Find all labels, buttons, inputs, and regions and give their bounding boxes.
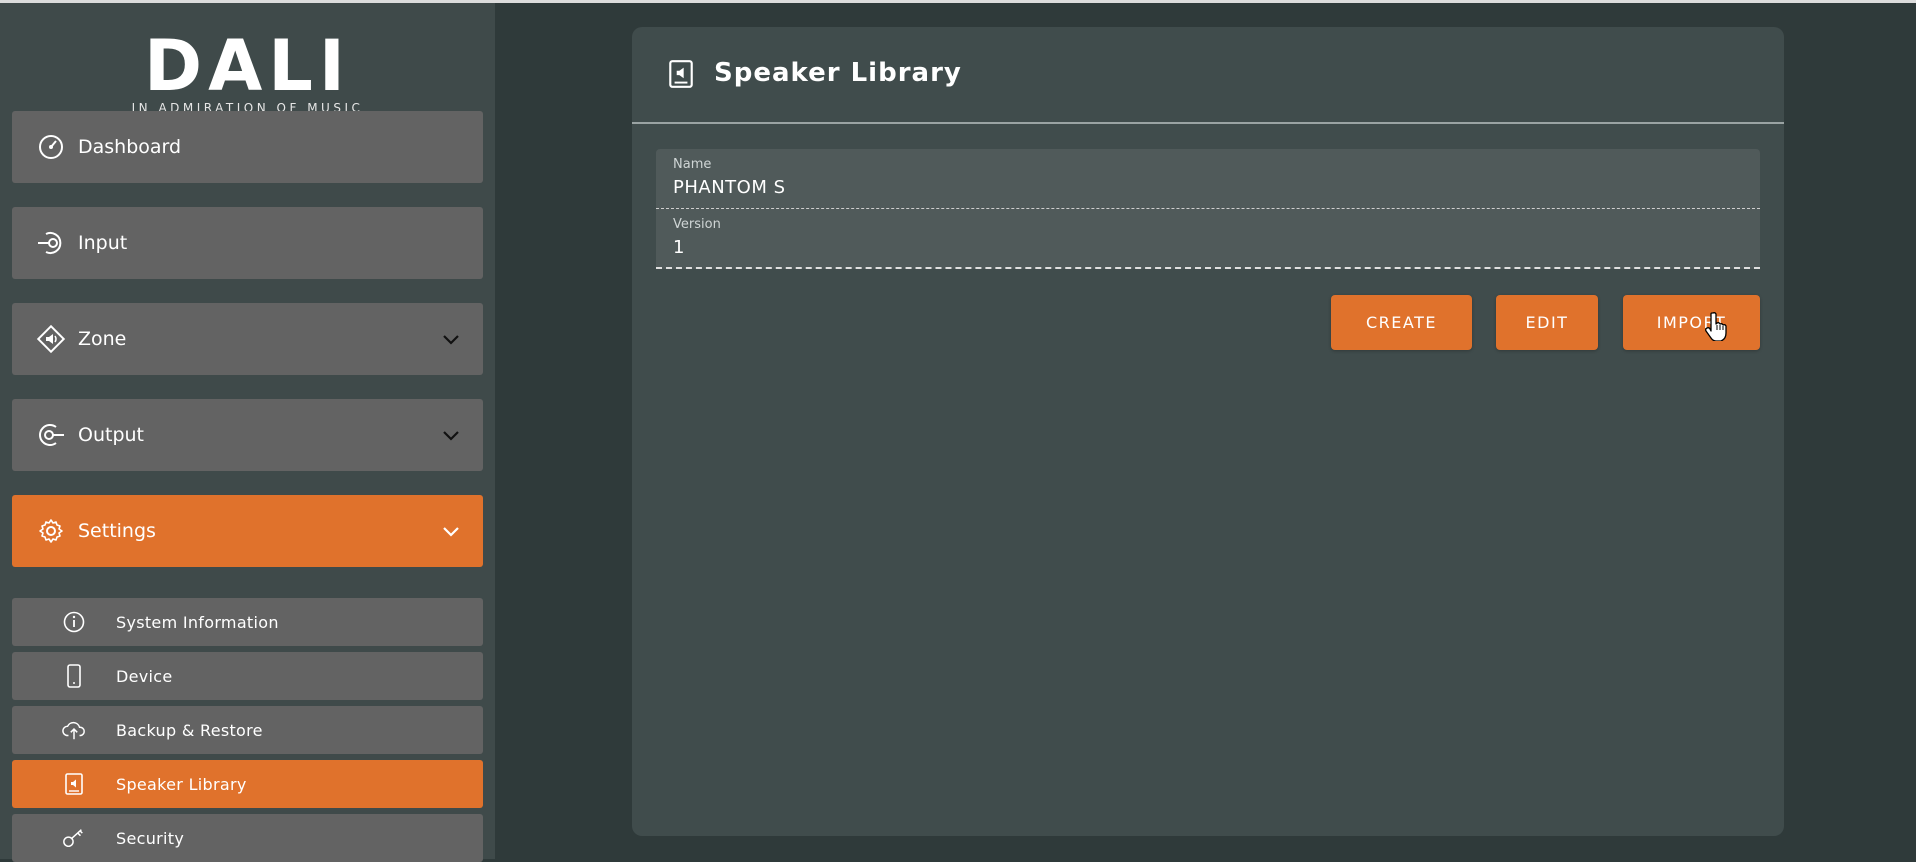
sidebar-item-label: Output	[78, 424, 144, 446]
info-icon	[62, 610, 86, 634]
chevron-down-icon	[443, 431, 459, 441]
page-title: Speaker Library	[714, 58, 962, 88]
zone-speaker-icon	[36, 324, 66, 354]
phone-icon	[62, 664, 86, 688]
chevron-down-icon	[443, 335, 459, 345]
version-field[interactable]: Version 1	[656, 209, 1760, 269]
header-divider	[632, 122, 1784, 124]
sidebar-subitem-speaker-library[interactable]: Speaker Library	[12, 760, 483, 808]
sidebar-subitem-label: Security	[116, 828, 185, 848]
edit-button[interactable]: EDIT	[1496, 295, 1598, 350]
sidebar-item-label: Input	[78, 232, 128, 254]
cloud-upload-icon	[62, 718, 86, 742]
sidebar-subitem-security[interactable]: Security	[12, 814, 483, 862]
sidebar-subitem-label: Speaker Library	[116, 774, 247, 794]
gauge-icon	[36, 132, 66, 162]
sidebar-subitem-label: Device	[116, 666, 173, 686]
dali-logo: DALI IN ADMIRATION OF MUSIC	[0, 25, 495, 115]
input-icon	[36, 228, 66, 258]
sidebar-subitem-system-information[interactable]: System Information	[12, 598, 483, 646]
sidebar-subitem-backup-restore[interactable]: Backup & Restore	[12, 706, 483, 754]
version-field-label: Version	[673, 217, 721, 232]
sidebar-item-dashboard[interactable]: Dashboard	[12, 111, 483, 183]
key-icon	[62, 826, 86, 850]
output-icon	[36, 420, 66, 450]
card-header: Speaker Library	[632, 27, 1784, 123]
sidebar-item-label: Dashboard	[78, 136, 182, 158]
version-field-value: 1	[673, 237, 685, 258]
gear-icon	[36, 516, 66, 546]
sidebar-subitem-label: Backup & Restore	[116, 720, 263, 740]
speaker-book-icon	[669, 60, 693, 88]
name-field-label: Name	[673, 157, 712, 172]
sidebar-item-output[interactable]: Output	[12, 399, 483, 471]
sidebar-item-label: Zone	[78, 328, 127, 350]
logo-wordmark: DALI	[144, 25, 351, 107]
import-button[interactable]: IMPORT	[1623, 295, 1760, 350]
sidebar-subitem-device[interactable]: Device	[12, 652, 483, 700]
sidebar-item-zone[interactable]: Zone	[12, 303, 483, 375]
speaker-library-card: Speaker Library Name PHANTOM S Version 1…	[632, 27, 1784, 836]
sidebar-subitem-label: System Information	[116, 612, 279, 632]
speaker-book-icon	[62, 772, 86, 796]
sidebar: DALI IN ADMIRATION OF MUSIC Dashboard In…	[0, 3, 495, 862]
name-field-value: PHANTOM S	[673, 177, 786, 198]
sidebar-item-settings[interactable]: Settings	[12, 495, 483, 567]
sidebar-item-input[interactable]: Input	[12, 207, 483, 279]
chevron-down-icon	[443, 527, 459, 537]
sidebar-item-label: Settings	[78, 520, 156, 542]
create-button[interactable]: CREATE	[1331, 295, 1472, 350]
name-field[interactable]: Name PHANTOM S	[656, 149, 1760, 209]
